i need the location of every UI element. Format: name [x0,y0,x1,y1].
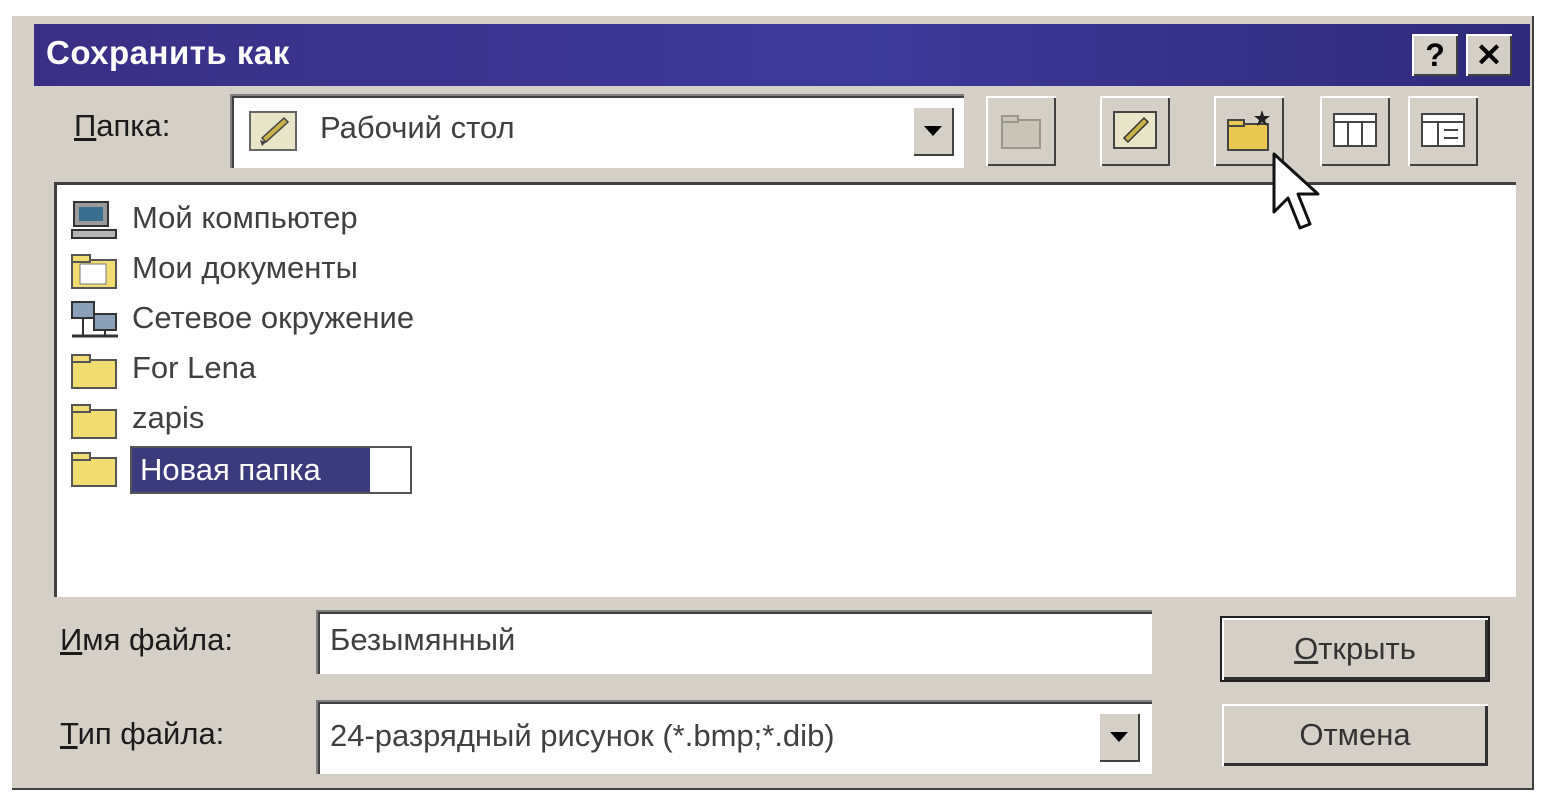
list-item-label: Мои документы [132,250,358,285]
filename-label: Имя файла: [60,622,233,657]
list-view-icon [1333,113,1377,147]
filename-value: Безымянный [330,622,516,657]
title-bar[interactable]: Сохранить как ? ✕ [34,24,1530,86]
filetype-label: Тип файла: [60,716,225,751]
help-button[interactable]: ? [1412,34,1458,76]
open-button[interactable]: Открыть [1220,616,1490,682]
file-list[interactable]: Мой компьютер Мои документы Сетевое окру… [54,182,1516,597]
new-folder-icon [1227,110,1270,151]
folder-icon [71,254,117,289]
filetype-dropdown-button[interactable] [1098,712,1140,762]
up-folder-icon [1001,115,1041,149]
folder-icon [71,404,117,439]
rename-selection: Новая папка [132,448,370,492]
desktop-button[interactable] [1100,96,1170,166]
filetype-combobox[interactable]: 24-разрядный рисунок (*.bmp;*.dib) [316,700,1152,774]
save-as-dialog: Сохранить как ? ✕ Папка: Рабочий стол Мо… [10,14,1534,790]
cancel-button[interactable]: Отмена [1222,704,1488,766]
folder-label: Папка: [74,108,171,143]
filename-input[interactable]: Безымянный [316,610,1152,674]
computer-icon [71,201,117,239]
desktop-icon [249,111,297,151]
folder-dropdown-button[interactable] [912,106,954,156]
folder-icon [71,354,117,389]
folder-icon [71,452,117,487]
list-view-button[interactable] [1320,96,1390,166]
folder-combobox[interactable]: Рабочий стол [230,94,964,168]
list-item-label: zapis [132,400,205,435]
up-one-level-button[interactable] [986,96,1056,166]
folder-value: Рабочий стол [320,110,515,145]
details-view-button[interactable] [1408,96,1478,166]
window-title: Сохранить как [46,34,290,71]
mouse-cursor-icon [1272,152,1320,230]
list-item-label: For Lena [132,350,257,385]
filetype-value: 24-разрядный рисунок (*.bmp;*.dib) [330,718,835,753]
rename-input[interactable]: Новая папка [130,446,412,494]
details-view-icon [1421,113,1465,147]
list-item-label: Сетевое окружение [132,300,415,335]
network-icon [71,301,118,338]
list-item-label: Мой компьютер [132,200,358,235]
desktop-icon [1113,111,1157,149]
close-button[interactable]: ✕ [1466,34,1512,76]
